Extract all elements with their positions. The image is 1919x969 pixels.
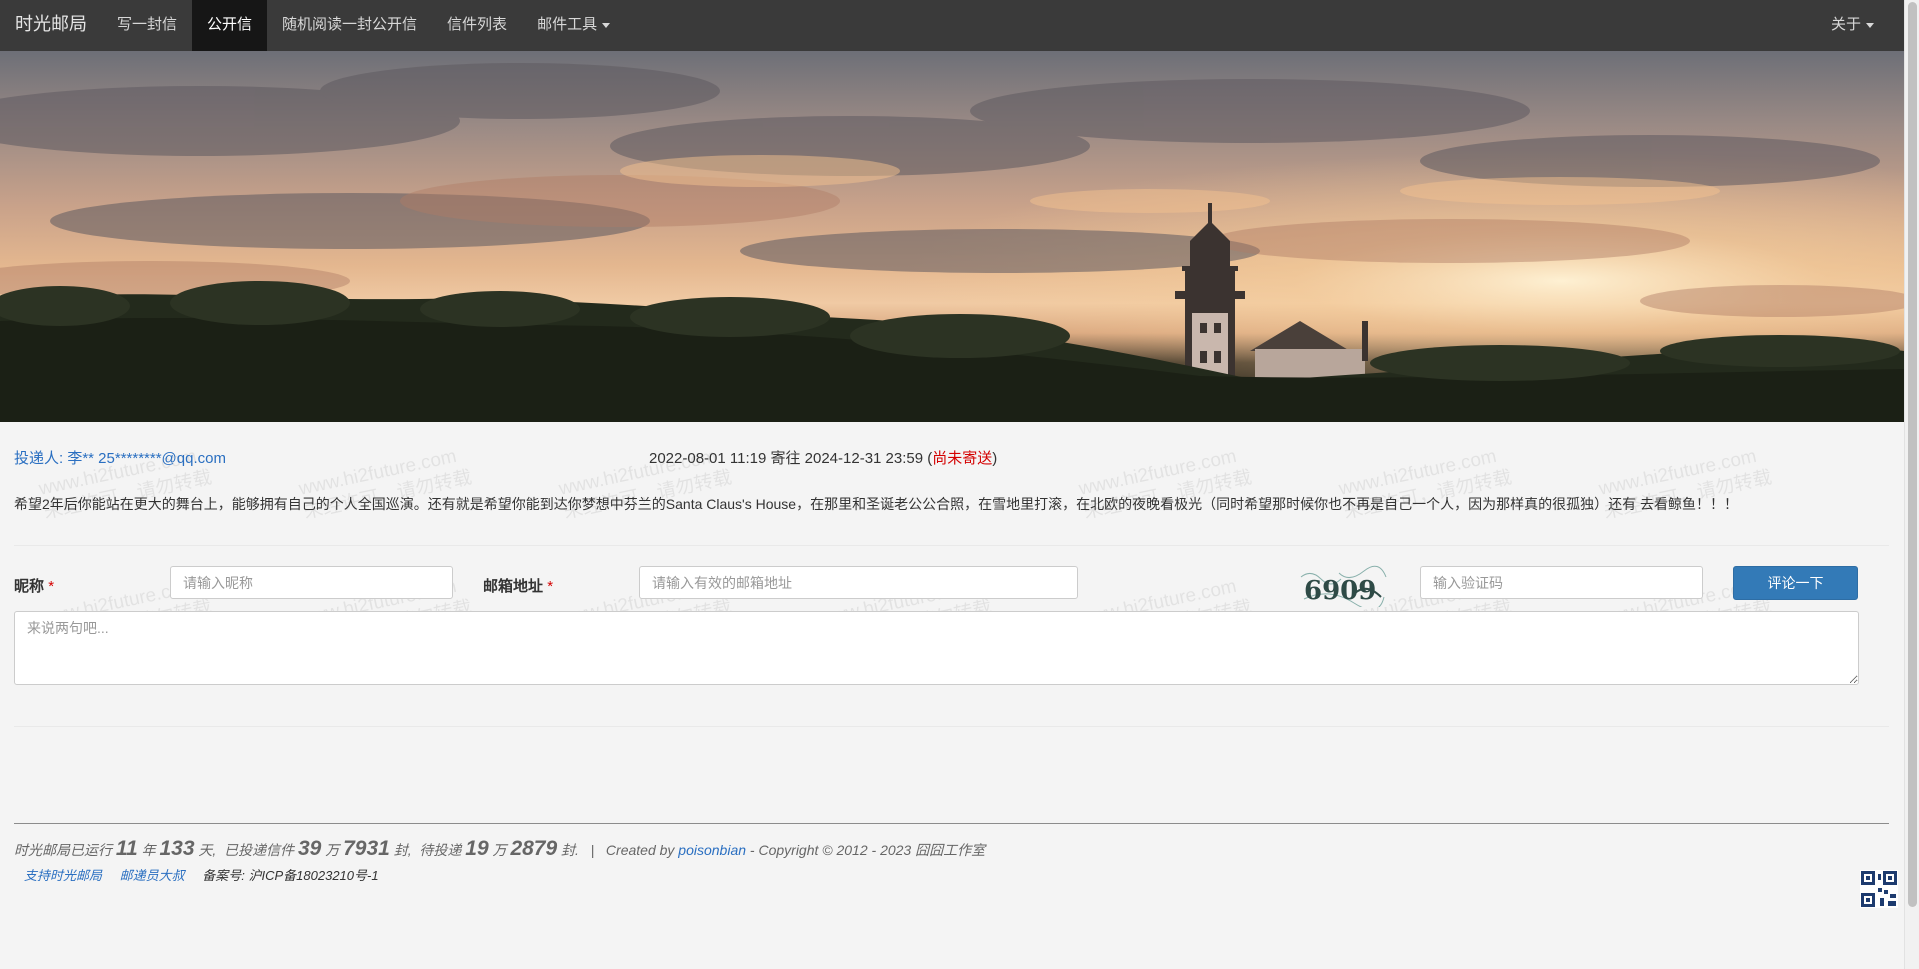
nav-letter-list[interactable]: 信件列表 <box>432 0 522 51</box>
email-label: 邮箱地址 * <box>483 578 554 595</box>
nav-random-letter[interactable]: 随机阅读一封公开信 <box>267 0 432 51</box>
site-brand[interactable]: 时光邮局 <box>0 0 102 51</box>
author-link[interactable]: poisonbian <box>678 842 746 858</box>
nav-about-label: 关于 <box>1830 16 1861 33</box>
postman-link[interactable]: 邮递员大叔 <box>120 868 185 883</box>
required-mark: * <box>547 578 554 595</box>
page-scrollbar[interactable] <box>1904 0 1919 969</box>
scrollbar-thumb[interactable] <box>1908 2 1917 907</box>
nav-open-letters[interactable]: 公开信 <box>192 0 268 51</box>
caret-down-icon <box>1866 22 1874 28</box>
icp-record: 备案号: 沪ICP备18023210号-1 <box>202 868 379 883</box>
required-mark: * <box>48 578 55 595</box>
nav-about-dropdown[interactable]: 关于 <box>1816 0 1904 51</box>
nav-write-letter[interactable]: 写一封信 <box>102 0 192 51</box>
letter-date-close: ) <box>992 450 998 467</box>
captcha-input[interactable] <box>1420 566 1703 599</box>
pending-rest-count: 2879 <box>510 837 558 860</box>
days-count: 133 <box>159 837 195 860</box>
nav-mail-tools-dropdown[interactable]: 邮件工具 <box>522 0 625 51</box>
footer-links: 支持时光邮局 邮递员大叔 备案号: 沪ICP备18023210号-1 <box>24 865 379 884</box>
sent-wan-count: 39 <box>297 837 322 860</box>
qr-code-icon[interactable] <box>1860 870 1898 908</box>
letter-sender[interactable]: 投递人: 李** 25********@qq.com <box>14 447 226 468</box>
email-input[interactable] <box>639 566 1078 599</box>
captcha-graphic: 6909 <box>1300 565 1387 611</box>
nickname-label: 昵称 * <box>14 578 55 595</box>
years-count: 11 <box>115 837 138 860</box>
comment-textarea[interactable] <box>14 611 1859 685</box>
captcha-text: 6909 <box>1304 576 1376 606</box>
captcha-image[interactable]: 6909 <box>1299 565 1389 611</box>
divider <box>14 726 1889 727</box>
support-link[interactable]: 支持时光邮局 <box>24 868 102 883</box>
lighthouse-sunset-illustration <box>0 51 1904 422</box>
top-navbar: 时光邮局 写一封信 公开信 随机阅读一封公开信 信件列表 邮件工具 关于 <box>0 0 1904 51</box>
nav-mail-tools-label: 邮件工具 <box>537 16 598 33</box>
hero-banner-lighthouse-image <box>0 51 1904 422</box>
divider <box>14 545 1889 546</box>
letter-body: 希望2年后你能站在更大的舞台上，能够拥有自己的个人全国巡演。还有就是希望你能到达… <box>14 496 1738 512</box>
footer-stats: 时光邮局已运行 11 年 133 天, 已投递信件 39 万 7931 封, 待… <box>14 837 986 860</box>
sent-rest-count: 7931 <box>343 837 390 860</box>
footer-separator: | <box>590 842 595 858</box>
caret-down-icon <box>602 22 611 28</box>
letter-dates: 2022-08-01 11:19 寄往 2024-12-31 23:59 (尚未… <box>649 447 997 468</box>
delivery-status: 尚未寄送 <box>932 450 993 467</box>
nickname-input[interactable] <box>170 566 453 599</box>
letter-date-range: 2022-08-01 11:19 寄往 2024-12-31 23:59 ( <box>649 450 933 467</box>
pending-wan-count: 19 <box>465 837 489 860</box>
footer-divider <box>14 823 1889 824</box>
submit-comment-button[interactable]: 评论一下 <box>1733 566 1858 600</box>
